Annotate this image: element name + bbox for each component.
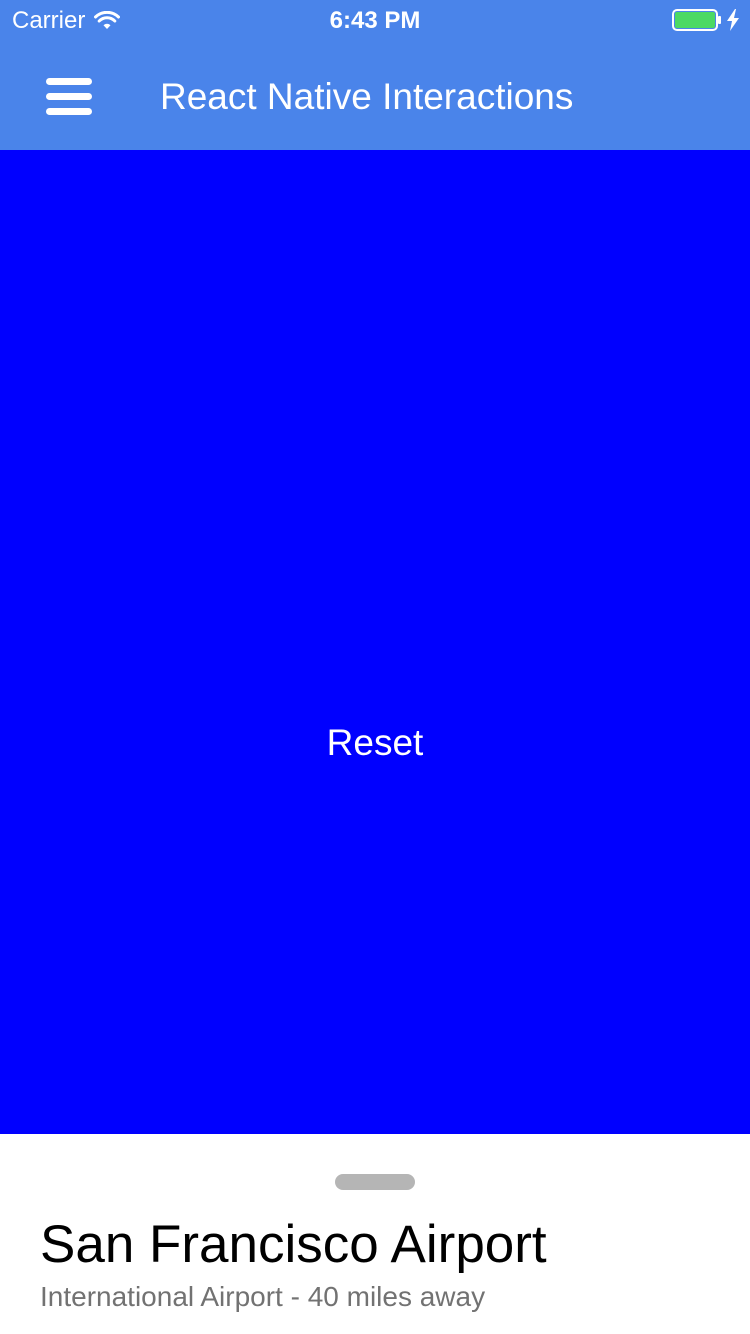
- app-screen: Carrier 6:43 PM React Native Interaction…: [0, 0, 750, 1334]
- nav-bar: React Native Interactions: [0, 40, 750, 150]
- status-bar: Carrier 6:43 PM: [0, 0, 750, 40]
- header: Carrier 6:43 PM React Native Interaction…: [0, 0, 750, 150]
- reset-button[interactable]: Reset: [0, 720, 750, 766]
- sheet-title: San Francisco Airport: [40, 1215, 547, 1274]
- nav-title: React Native Interactions: [160, 76, 574, 117]
- drag-handle[interactable]: [335, 1174, 415, 1190]
- bottom-sheet: San Francisco Airport International Airp…: [0, 1134, 750, 1334]
- main-area: Reset: [0, 150, 750, 1134]
- battery-group: [672, 9, 740, 31]
- hamburger-menu-icon[interactable]: [46, 76, 94, 116]
- battery-icon: [672, 9, 721, 31]
- status-time: 6:43 PM: [329, 7, 421, 34]
- sheet-subtitle: International Airport - 40 miles away: [40, 1281, 486, 1312]
- bolt-icon: [727, 9, 739, 31]
